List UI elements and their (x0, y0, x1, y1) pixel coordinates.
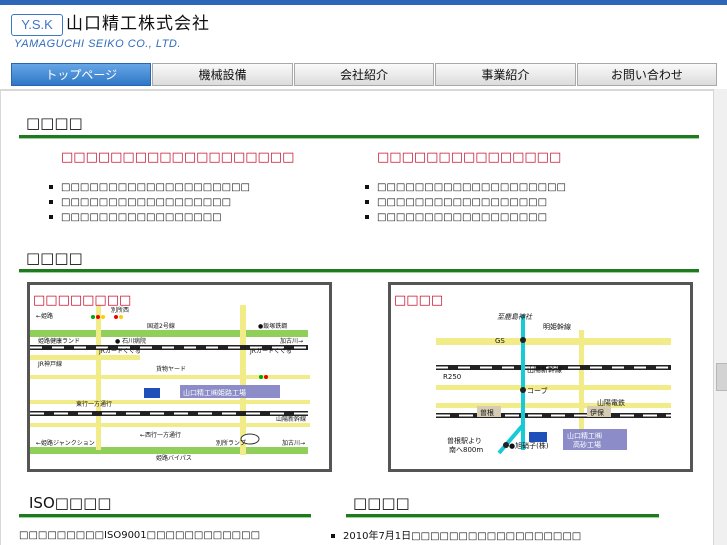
north-south-road-2 (240, 305, 246, 455)
right-news-item: □□□□□□□□□□□□□□□□□□ (363, 195, 566, 210)
sanyo-railway-label: 山陽電鉄 (597, 398, 625, 407)
main-content: □□□□ □□□□□□□□□□□□□□□□□□□ □□□□□□□□□□□□□□□… (0, 91, 714, 545)
west-oneway-road (30, 423, 310, 427)
shinkansen-label: 山陽新幹線 (276, 415, 306, 423)
right-news-item: □□□□□□□□□□□□□□□□□□□□ (363, 180, 566, 195)
himeji-kenko-label: 姫路健康ランド (38, 337, 80, 345)
global-navigation: トップページ 機械設備 会社紹介 事業紹介 お問い合わせ (11, 63, 718, 86)
freight-yard-label: 貨物ヤード (156, 365, 186, 373)
site-header: Y.S.K 山口精工株式会社 YAMAGUCHI SEIKO CO., LTD. (0, 5, 727, 59)
shinkansen-label: 山陽新幹線 (527, 365, 562, 374)
access-section-divider (19, 269, 699, 273)
tab-machine-equipment[interactable]: 機械設備 (152, 63, 293, 86)
tab-company-info[interactable]: 会社紹介 (293, 63, 435, 86)
himeji-factory-marker (144, 388, 160, 398)
local-road (436, 403, 671, 408)
left-news-item: □□□□□□□□□□□□□□□□□□□□ (47, 180, 250, 195)
east-oneway-road (30, 400, 310, 404)
shrine-label: 至鹿島神社 (497, 313, 533, 321)
takasago-factory-label-1: 山口精工㈱ (567, 431, 602, 440)
takasago-factory-label-2: 高砂工場 (573, 440, 601, 449)
coop-label: コーブ (527, 386, 548, 395)
asahi-label: ●旭硝子(株) (509, 441, 549, 450)
r250-label: R250 (443, 373, 461, 381)
access-section-title: □□□□ (26, 249, 83, 267)
vertical-scrollbar[interactable] (713, 89, 727, 545)
himeji-map-title: □□□□□□□□ (33, 293, 132, 308)
history-section-divider (346, 514, 659, 518)
history-list: 2010年7月1日□□□□□□□□□□□□□□□□□□ (329, 529, 581, 544)
east-oneway-label: 東行一方通行 (76, 400, 112, 408)
company-logo[interactable]: Y.S.K (11, 14, 63, 36)
bypass-label: 姫路バイパス (156, 454, 192, 462)
himeji-map-graphic: ←姫路 別所西 国道2号線 ●飯塚鉄鋼 姫路健康ランド ● 石川病院 JRガード… (30, 285, 329, 469)
takasago-map-graphic: 至鹿島神社 明姫幹線 GS 山陽新幹線 R250 コーブ 山陽電鉄 曽根 伊保 … (391, 285, 690, 469)
takasago-map[interactable]: 至鹿島神社 明姫幹線 GS 山陽新幹線 R250 コーブ 山陽電鉄 曽根 伊保 … (388, 282, 693, 472)
himeji-factory-label: 山口精工㈱姫路工場 (183, 388, 246, 397)
company-roman-name: YAMAGUCHI SEIKO CO., LTD. (14, 38, 181, 50)
meiki-road (436, 338, 671, 345)
tab-contact[interactable]: お問い合わせ (576, 63, 718, 86)
history-item: 2010年7月1日□□□□□□□□□□□□□□□□□□ (329, 529, 581, 544)
ishikawa-label: ● 石川病院 (115, 337, 146, 345)
left-news-item: □□□□□□□□□□□□□□□□□ (47, 210, 250, 225)
iso-text: □□□□□□□□□ISO9001□□□□□□□□□□□□ (19, 530, 261, 541)
junction-label: ←姫路ジャンクション (36, 439, 95, 447)
railway-company-label: ●飯塚鉄鋼 (258, 322, 287, 330)
iso-section-title: ISO□□□□ (29, 494, 112, 512)
tab-top-page[interactable]: トップページ (11, 63, 152, 86)
jr-kobe-label: JR神戸線 (37, 360, 62, 368)
himeji-map[interactable]: ←姫路 別所西 国道2号線 ●飯塚鉄鋼 姫路健康ランド ● 石川病院 JRガード… (27, 282, 332, 472)
company-name: 山口精工株式会社 (66, 14, 210, 34)
takasago-map-title: □□□□ (394, 293, 444, 308)
jr-guard-label-2: JRガードくぐる (249, 347, 292, 355)
left-news-list: □□□□□□□□□□□□□□□□□□□□ □□□□□□□□□□□□□□□□□□ … (47, 180, 250, 225)
scrollbar-thumb[interactable] (716, 363, 727, 391)
sanyo-shinkansen-line (30, 411, 308, 416)
takasago-factory-marker (529, 432, 547, 442)
left-column-heading: □□□□□□□□□□□□□□□□□□□ (61, 150, 295, 165)
gs-label: GS (495, 337, 505, 345)
news-section-divider (19, 135, 699, 139)
jr-guard-label-1: JRガードくぐる (98, 347, 141, 355)
meiki-label: 明姫幹線 (543, 322, 571, 331)
r250-road (436, 385, 671, 390)
sone-label: 曽根 (480, 408, 494, 417)
route2-road (30, 330, 308, 337)
bypass-road (30, 447, 308, 454)
news-section-title: □□□□ (26, 114, 83, 132)
south-label: 南へ800m (449, 445, 483, 454)
bessho-ramp-label: 別所ランプ (216, 439, 246, 447)
iho-label: 伊保 (590, 408, 604, 417)
west-oneway-label: ←西行一方通行 (140, 431, 181, 439)
route2-label: 国道2号線 (147, 322, 175, 330)
himeji-left-label: ←姫路 (36, 312, 53, 320)
station-label: 曽根駅より (447, 436, 482, 445)
right-news-list: □□□□□□□□□□□□□□□□□□□□ □□□□□□□□□□□□□□□□□□ … (363, 180, 566, 225)
right-news-item: □□□□□□□□□□□□□□□□□□ (363, 210, 566, 225)
kenko-road (30, 355, 140, 360)
left-news-item: □□□□□□□□□□□□□□□□□□ (47, 195, 250, 210)
iso-section-divider (19, 514, 311, 518)
tab-business-info[interactable]: 事業紹介 (435, 63, 576, 86)
kakogawa-label-1: 加古川→ (280, 337, 303, 345)
kakogawa-label-2: 加古川→ (282, 439, 305, 447)
history-section-title: □□□□ (353, 494, 410, 512)
right-column-heading: □□□□□□□□□□□□□□□ (377, 150, 562, 165)
